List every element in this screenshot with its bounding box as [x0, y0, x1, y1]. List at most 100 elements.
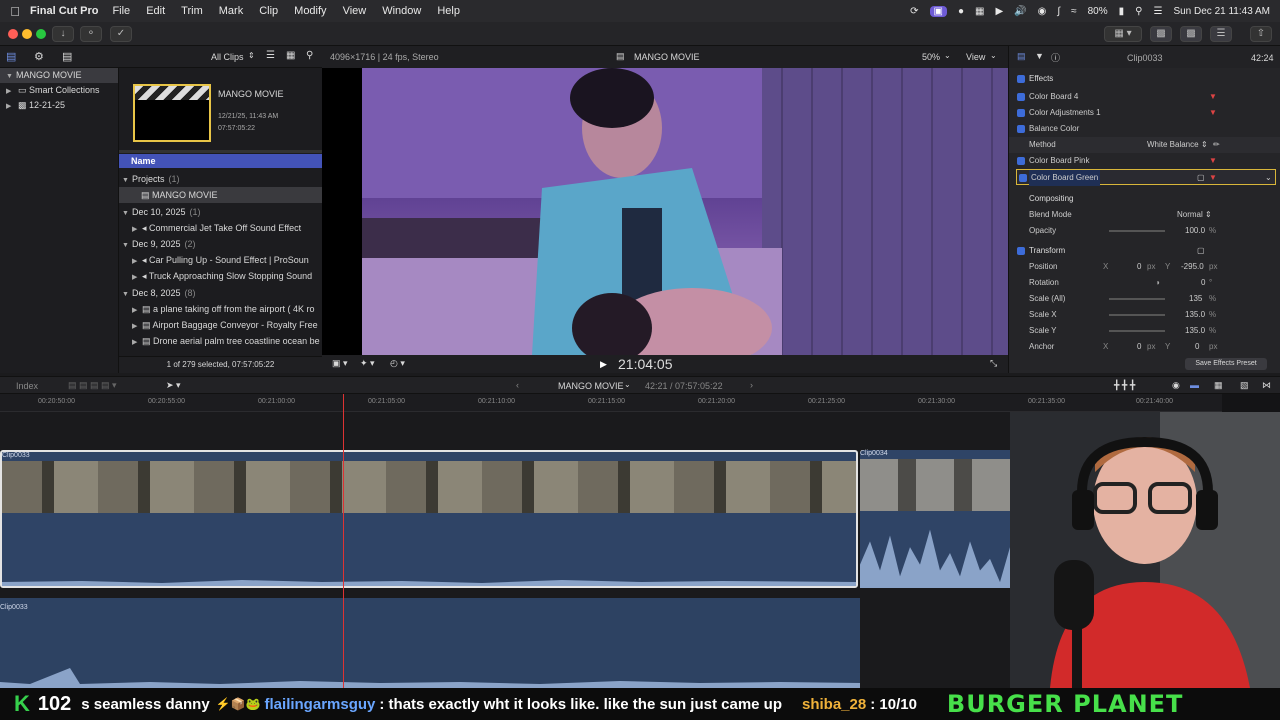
background-tasks-icon[interactable]: ✓: [110, 26, 132, 42]
video-frame[interactable]: [362, 68, 1008, 355]
save-effects-preset-button[interactable]: Save Effects Preset: [1185, 358, 1267, 370]
list-item[interactable]: ▶ ◂ Commercial Jet Take Off Sound Effect: [119, 220, 322, 236]
zoom-window-button[interactable]: [36, 29, 46, 39]
show-timeline-icon[interactable]: ▩: [1180, 26, 1202, 42]
opacity-value[interactable]: 100.0: [1185, 223, 1205, 239]
zoom-dropdown[interactable]: 50%: [922, 52, 940, 62]
menu-edit[interactable]: Edit: [146, 5, 165, 17]
wifi-icon[interactable]: ≈: [1071, 6, 1077, 17]
scale-all-value[interactable]: 135: [1189, 291, 1202, 307]
disclosure-icon[interactable]: ▶: [6, 84, 16, 99]
menu-trim[interactable]: Trim: [181, 5, 203, 17]
effects-browser-icon[interactable]: ▧: [1240, 380, 1249, 391]
checkbox-icon[interactable]: [1017, 75, 1025, 83]
effect-name-field[interactable]: Color Board Green ▢ ▼ ⌄: [1016, 169, 1276, 186]
group-dec-8[interactable]: ▼ Dec 8, 2025 (8): [119, 285, 322, 301]
audio-clip[interactable]: Clip0033: [0, 598, 860, 688]
fullscreen-icon[interactable]: ⤡: [990, 358, 997, 369]
color-wheel-icon[interactable]: ▼: [1209, 105, 1217, 121]
name-column-header[interactable]: Name: [119, 154, 322, 168]
effect-row[interactable]: Balance Color: [1009, 121, 1280, 137]
disclosure-icon[interactable]: ▼: [122, 238, 132, 252]
video-inspector-icon[interactable]: ▤: [1017, 51, 1026, 62]
group-dec-10[interactable]: ▼ Dec 10, 2025 (1): [119, 204, 322, 220]
apple-icon[interactable]: : [0, 4, 30, 19]
sync-icon[interactable]: ⟳: [910, 6, 918, 17]
status-icon[interactable]: ●: [958, 6, 964, 17]
titles-icon[interactable]: ▤: [62, 50, 72, 63]
scale-y-value[interactable]: 135.0: [1185, 323, 1205, 339]
photos-icon[interactable]: ⚙: [34, 50, 44, 63]
effect-row[interactable]: Color Adjustments 1 ▼: [1009, 105, 1280, 121]
compositing-section[interactable]: Compositing: [1009, 191, 1280, 207]
disclosure-icon[interactable]: ▼: [122, 173, 132, 187]
share-icon[interactable]: ⇧: [1250, 26, 1272, 42]
timeline-ruler[interactable]: 00:20:50:00 00:20:55:00 00:21:00:00 00:2…: [0, 394, 1222, 412]
scale-x-slider[interactable]: [1109, 314, 1165, 316]
play-button[interactable]: ▶: [600, 359, 607, 370]
clip-filter-dropdown[interactable]: All Clips: [211, 52, 244, 62]
disclosure-icon[interactable]: ▼: [122, 206, 132, 220]
group-dec-9[interactable]: ▼ Dec 9, 2025 (2): [119, 236, 322, 252]
transitions-icon[interactable]: ⋈: [1262, 380, 1271, 391]
rotation-value[interactable]: 0: [1201, 275, 1205, 291]
view-dropdown[interactable]: View: [966, 52, 985, 62]
workspace-icon[interactable]: ▦ ▾: [1104, 26, 1142, 42]
blend-mode-dropdown[interactable]: Normal: [1177, 207, 1203, 223]
list-item[interactable]: ▶ ▤ Airport Baggage Conveyor - Royalty Fr…: [119, 317, 322, 333]
menu-mark[interactable]: Mark: [219, 5, 243, 17]
color-wheel-icon[interactable]: ▼: [1209, 153, 1217, 169]
color-wheel-icon[interactable]: ▼: [1209, 170, 1217, 186]
disclosure-icon[interactable]: ▶: [132, 319, 142, 333]
disclosure-icon[interactable]: ▼: [6, 69, 16, 84]
checkbox-icon[interactable]: [1017, 93, 1025, 101]
library-item-mango-movie[interactable]: ▼ MANGO MOVIE: [0, 68, 118, 83]
disclosure-icon[interactable]: ▶: [132, 335, 142, 349]
play-icon[interactable]: ▶: [995, 6, 1003, 17]
show-inspector-icon[interactable]: ☰: [1210, 26, 1232, 42]
back-arrow-icon[interactable]: ‹: [516, 380, 519, 390]
rotation-dial-icon[interactable]: ◑: [1155, 275, 1160, 291]
checkbox-icon[interactable]: [1017, 247, 1025, 255]
clip-appearance-icon[interactable]: ▦: [286, 50, 295, 61]
disclosure-icon[interactable]: ▶: [6, 99, 16, 114]
forward-arrow-icon[interactable]: ›: [750, 380, 753, 390]
volume-icon[interactable]: 🔊: [1014, 6, 1026, 17]
audio-icon[interactable]: ◉: [1172, 380, 1180, 391]
grid-icon[interactable]: ▦: [975, 6, 984, 17]
position-x-field[interactable]: 0: [1137, 259, 1141, 275]
checkbox-icon[interactable]: [1017, 125, 1025, 133]
chevron-down-icon[interactable]: ⌄: [1265, 170, 1272, 186]
effect-name-input[interactable]: Color Board Green: [1029, 170, 1101, 186]
library-item-smart-collections[interactable]: ▶ ▭ Smart Collections: [0, 83, 118, 98]
search-icon[interactable]: ⚲: [306, 50, 313, 61]
list-item[interactable]: ▶ ▤ a plane taking off from the airport (…: [119, 301, 322, 317]
skimming-icon[interactable]: ▬: [1190, 380, 1199, 390]
minimize-window-button[interactable]: [22, 29, 32, 39]
scale-all-slider[interactable]: [1109, 298, 1165, 300]
playhead[interactable]: [343, 394, 344, 688]
menu-view[interactable]: View: [343, 5, 367, 17]
select-tool-icon[interactable]: ➤ ▾: [166, 380, 181, 391]
battery-percent[interactable]: 80%: [1088, 6, 1108, 17]
color-inspector-icon[interactable]: ▼: [1035, 51, 1044, 61]
transform-section[interactable]: Transform ▢: [1009, 243, 1280, 259]
list-item[interactable]: ▤ MANGO MOVIE: [119, 187, 322, 203]
scale-x-value[interactable]: 135.0: [1185, 307, 1205, 323]
disclosure-icon[interactable]: ▶: [132, 254, 142, 268]
anchor-y-field[interactable]: 0: [1195, 339, 1199, 355]
clip-tools-icon[interactable]: ╋ ╋ ╋: [1114, 380, 1135, 391]
show-browser-icon[interactable]: ▩: [1150, 26, 1172, 42]
menu-window[interactable]: Window: [382, 5, 421, 17]
disclosure-icon[interactable]: ▼: [122, 287, 132, 301]
menu-clip[interactable]: Clip: [259, 5, 278, 17]
transform-overlay-icon[interactable]: ▢: [1197, 243, 1205, 259]
checkbox-icon[interactable]: [1017, 109, 1025, 117]
list-item[interactable]: ▶ ◂ Truck Approaching Slow Stopping Sound: [119, 268, 322, 284]
effect-row[interactable]: Color Board 4 ▼: [1009, 89, 1280, 105]
color-wheel-icon[interactable]: ▼: [1209, 89, 1217, 105]
disclosure-icon[interactable]: ▶: [132, 270, 142, 284]
effects-section[interactable]: Effects: [1009, 71, 1280, 87]
menu-modify[interactable]: Modify: [294, 5, 326, 17]
import-icon[interactable]: ↓: [52, 26, 74, 42]
